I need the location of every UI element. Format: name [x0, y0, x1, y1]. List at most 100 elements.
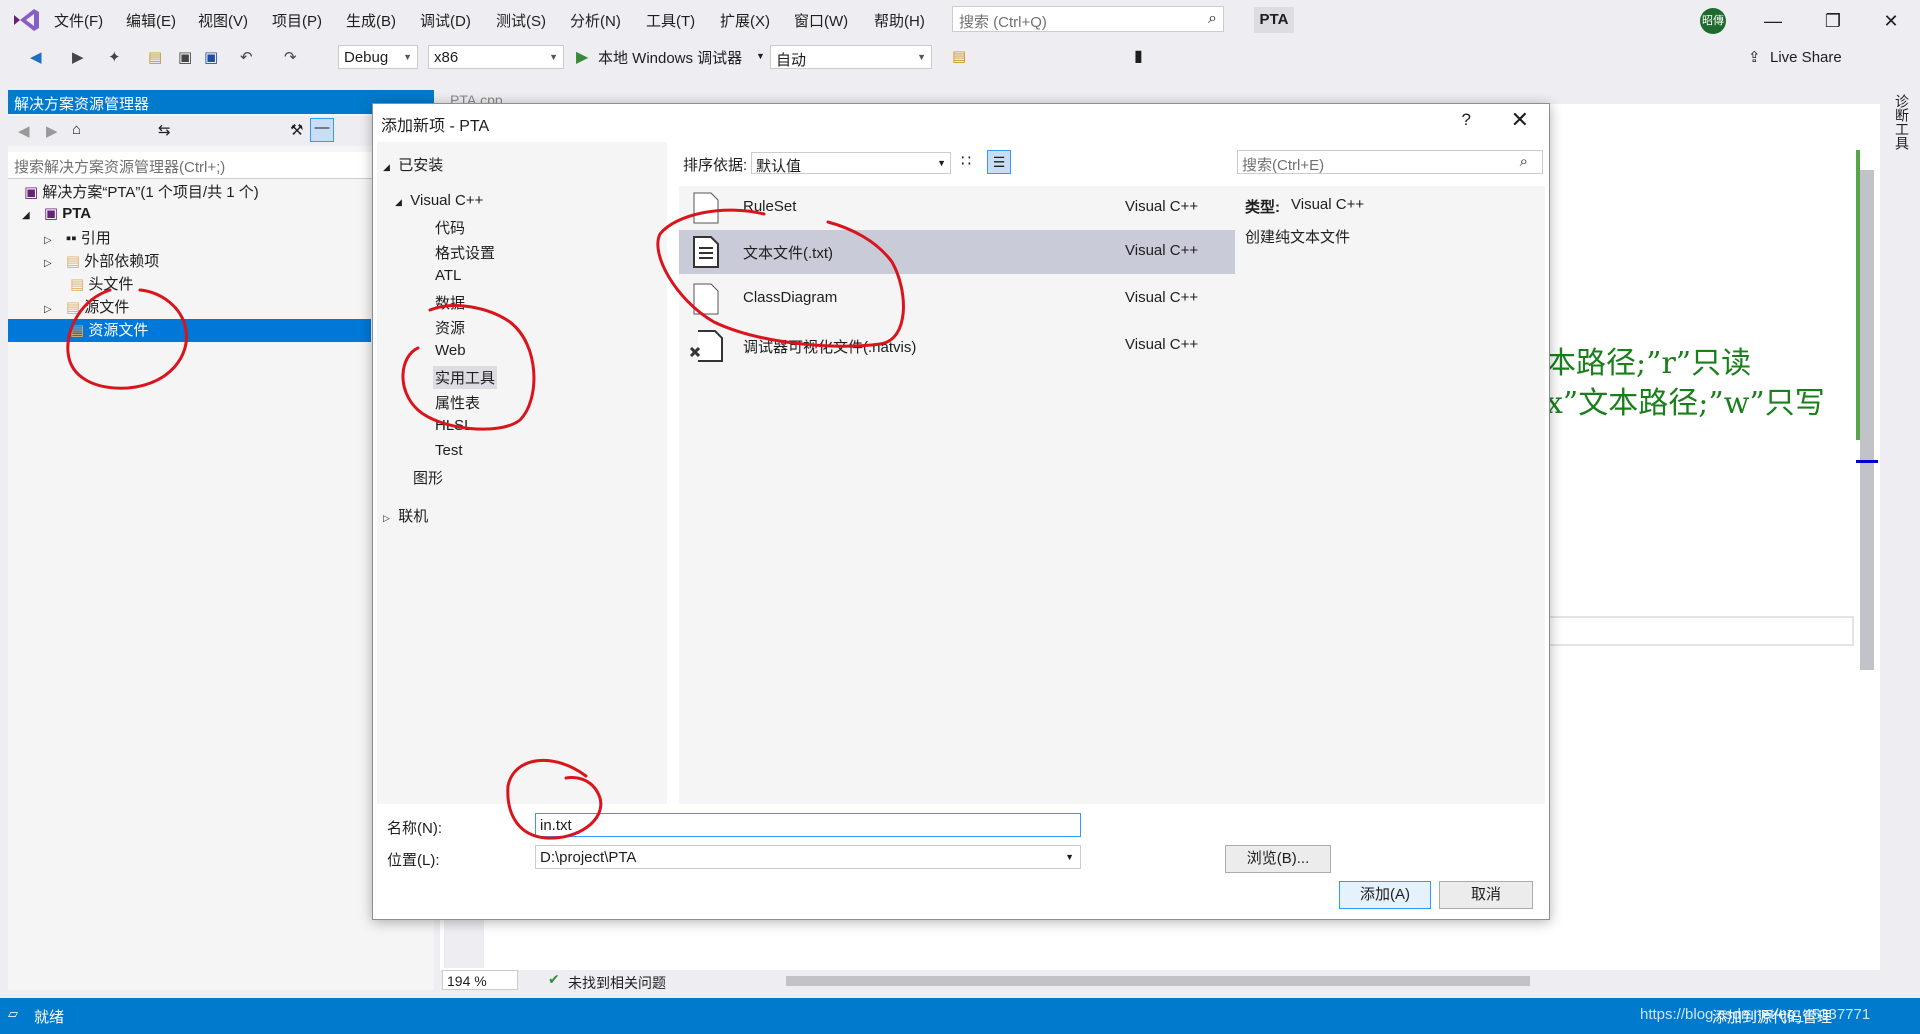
- properties-icon[interactable]: ⚒: [290, 121, 303, 139]
- category-resource[interactable]: 资源: [435, 317, 465, 338]
- open-folder-icon[interactable]: ▤: [148, 48, 162, 66]
- zoom-select[interactable]: 194 %: [442, 970, 518, 990]
- category-utility[interactable]: 实用工具: [433, 366, 498, 389]
- menu-edit[interactable]: 编辑(E): [126, 10, 176, 31]
- tree-item-references[interactable]: ▷ ▪▪ 引用: [44, 227, 111, 250]
- tree-item-label: 引用: [80, 230, 111, 247]
- menu-bar: 文件(F) 编辑(E) 视图(V) 项目(P) 生成(B) 调试(D) 测试(S…: [0, 0, 1920, 42]
- status-bar: ▱ 就绪 https://blog.csdn.net/qq_45337771 添…: [0, 998, 1920, 1034]
- template-language: Visual C++: [1125, 242, 1199, 259]
- undo-icon[interactable]: ↶: [240, 48, 253, 66]
- status-ready: 就绪: [34, 1009, 65, 1026]
- platform-select[interactable]: x86 ▼: [428, 45, 564, 69]
- tree-item-external-deps[interactable]: ▷ ▤ 外部依赖项: [44, 250, 159, 273]
- name-label: 名称(N):: [387, 820, 442, 837]
- detail-type-value: Visual C++: [1291, 196, 1365, 213]
- quick-search-input[interactable]: 搜索 (Ctrl+Q) ⌕: [952, 6, 1224, 32]
- template-natvis[interactable]: 调试器可视化文件(.natvis) Visual C++: [679, 324, 1235, 368]
- forward-icon[interactable]: ▶: [46, 122, 58, 140]
- platform-value: x86: [434, 49, 459, 66]
- new-project-icon[interactable]: ✦: [108, 48, 121, 66]
- menu-debug[interactable]: 调试(D): [420, 10, 471, 31]
- grid-view-icon[interactable]: ∷: [961, 151, 971, 171]
- close-icon[interactable]: ✕: [1876, 8, 1906, 34]
- visual-cpp-node[interactable]: ◢ Visual C++: [395, 192, 483, 209]
- expand-arrow-icon: ◢: [22, 210, 30, 221]
- bookmark-icon[interactable]: ▮: [1134, 46, 1143, 66]
- start-debug-button[interactable]: 本地 Windows 调试器: [598, 47, 742, 68]
- forward-icon[interactable]: ▶: [72, 48, 84, 66]
- tree-item-project[interactable]: ◢ ▣ PTA: [22, 204, 91, 227]
- menu-analyze[interactable]: 分析(N): [570, 10, 621, 31]
- sync-icon[interactable]: ⇆: [158, 121, 171, 139]
- template-ruleset[interactable]: RuleSet Visual C++: [679, 186, 1235, 230]
- cancel-button[interactable]: 取消: [1439, 881, 1533, 909]
- template-language: Visual C++: [1125, 198, 1199, 215]
- category-web[interactable]: Web: [435, 342, 466, 359]
- category-formatting[interactable]: 格式设置: [435, 242, 495, 263]
- file-icon: [693, 192, 719, 224]
- menu-extensions[interactable]: 扩展(X): [720, 10, 770, 31]
- template-search-input[interactable]: 搜索(Ctrl+E) ⌕: [1237, 150, 1543, 174]
- debug-target-select[interactable]: 自动 ▼: [770, 45, 932, 69]
- back-icon[interactable]: ◀: [30, 48, 42, 66]
- live-share-button[interactable]: Live Share: [1770, 49, 1842, 66]
- installed-node[interactable]: ◢ 已安装: [383, 154, 443, 175]
- category-data[interactable]: 数据: [435, 292, 465, 313]
- name-input[interactable]: in.txt: [535, 813, 1081, 837]
- template-text-file[interactable]: 文本文件(.txt) Visual C++: [679, 230, 1235, 274]
- category-hlsl[interactable]: HLSL: [435, 417, 473, 434]
- chevron-down-icon[interactable]: ▼: [756, 51, 765, 61]
- minimize-icon[interactable]: —: [1758, 8, 1788, 34]
- location-select[interactable]: D:\project\PTA ▼: [535, 845, 1081, 869]
- location-label: 位置(L):: [387, 852, 440, 869]
- save-icon[interactable]: ▣: [178, 48, 192, 66]
- code-line: x”文本路径;”w”只写: [1546, 386, 1825, 421]
- restore-icon[interactable]: ❐: [1818, 8, 1848, 34]
- tree-item-source-files[interactable]: ▷ ▤ 源文件: [44, 296, 129, 319]
- solution-config-select[interactable]: Debug ▼: [338, 45, 418, 69]
- category-property-sheets[interactable]: 属性表: [435, 392, 480, 413]
- menu-build[interactable]: 生成(B): [346, 10, 396, 31]
- add-button[interactable]: 添加(A): [1339, 881, 1431, 909]
- diagnostic-tools-tab[interactable]: 诊断工具: [1892, 94, 1912, 150]
- menu-test[interactable]: 测试(S): [496, 10, 546, 31]
- sort-select[interactable]: 默认值 ▼: [751, 152, 951, 175]
- redo-icon[interactable]: ↷: [284, 48, 297, 66]
- solution-explorer-search-input[interactable]: 搜索解决方案资源管理器(Ctrl+;): [8, 152, 434, 179]
- solution-explorer-title-bar: 解决方案资源管理器: [8, 90, 434, 114]
- tree-item-solution[interactable]: ▣ 解决方案“PTA”(1 个项目/共 1 个): [24, 181, 259, 204]
- chevron-down-icon: ▼: [937, 158, 946, 168]
- list-view-icon[interactable]: ☰: [987, 150, 1011, 174]
- solution-icon: ▣: [24, 184, 39, 201]
- menu-view[interactable]: 视图(V): [198, 10, 248, 31]
- menu-window[interactable]: 窗口(W): [794, 10, 848, 31]
- tree-item-resource-files[interactable]: ▤ 资源文件: [8, 319, 371, 342]
- category-graphics[interactable]: 图形: [413, 467, 443, 488]
- help-icon[interactable]: ?: [1462, 110, 1471, 130]
- menu-project[interactable]: 项目(P): [272, 10, 322, 31]
- save-all-icon[interactable]: ▣: [204, 48, 218, 66]
- back-icon[interactable]: ◀: [18, 122, 30, 140]
- category-test[interactable]: Test: [435, 442, 463, 459]
- menu-tools[interactable]: 工具(T): [646, 10, 695, 31]
- online-node[interactable]: ▷ 联机: [383, 505, 428, 526]
- find-in-files-icon[interactable]: ▤: [952, 47, 966, 65]
- vertical-scrollbar[interactable]: [1860, 170, 1874, 670]
- template-class-diagram[interactable]: ClassDiagram Visual C++: [679, 277, 1235, 321]
- horizontal-scrollbar[interactable]: [786, 976, 1530, 986]
- tree-item-header-files[interactable]: ▤ 头文件: [70, 273, 133, 296]
- menu-help[interactable]: 帮助(H): [874, 10, 925, 31]
- browse-button[interactable]: 浏览(B)...: [1225, 845, 1331, 873]
- menu-file[interactable]: 文件(F): [54, 10, 103, 31]
- start-debug-icon[interactable]: ▶: [576, 47, 588, 67]
- home-icon[interactable]: ⌂: [72, 121, 81, 138]
- template-name: RuleSet: [743, 198, 797, 215]
- debug-target-value: 自动: [776, 52, 807, 69]
- category-code[interactable]: 代码: [435, 217, 465, 238]
- user-avatar[interactable]: 昭傳: [1700, 8, 1726, 34]
- close-icon[interactable]: ✕: [1511, 107, 1529, 133]
- preview-toggle-icon[interactable]: —: [310, 118, 334, 142]
- add-to-source-control[interactable]: 添加到源代码管理: [1712, 1006, 1832, 1027]
- category-atl[interactable]: ATL: [435, 267, 461, 284]
